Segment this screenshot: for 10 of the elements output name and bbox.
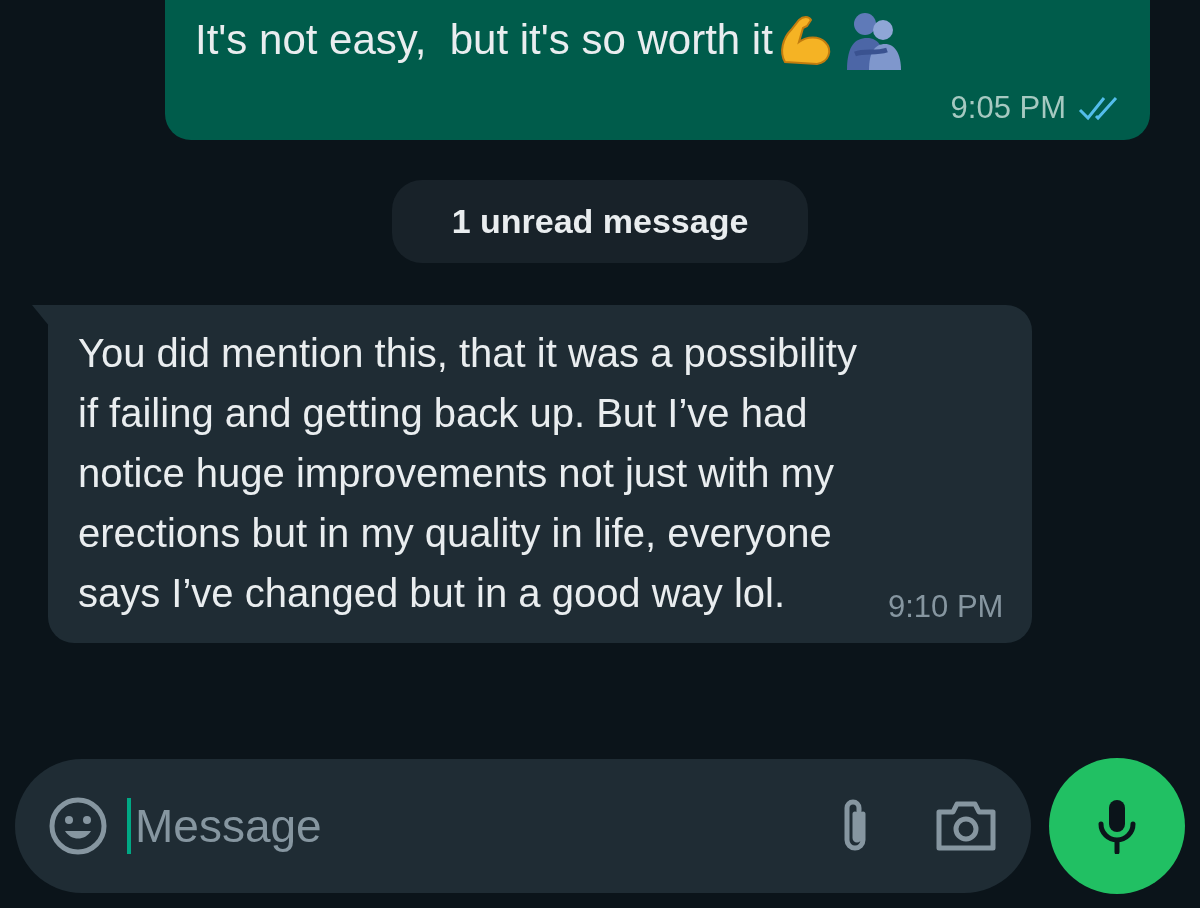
message-field[interactable]: Message	[15, 759, 1031, 893]
microphone-icon	[1097, 798, 1137, 854]
message-time: 9:10 PM	[888, 589, 1004, 624]
unread-banner: 1 unread message	[391, 180, 809, 263]
message-time: 9:05 PM	[950, 90, 1066, 126]
message-input[interactable]: Message	[127, 798, 815, 854]
message-text: It's not easy, but it's so worth it	[195, 16, 773, 64]
message-text: You did mention this, that it was a possibility if failing and getting back up. But I’ve had notice huge improvements not just with my erections but in my quality in life, everyone says I’ve changed but in a good way lol.	[78, 330, 858, 617]
camera-icon[interactable]	[935, 800, 997, 852]
emoji-icon[interactable]	[49, 797, 107, 855]
